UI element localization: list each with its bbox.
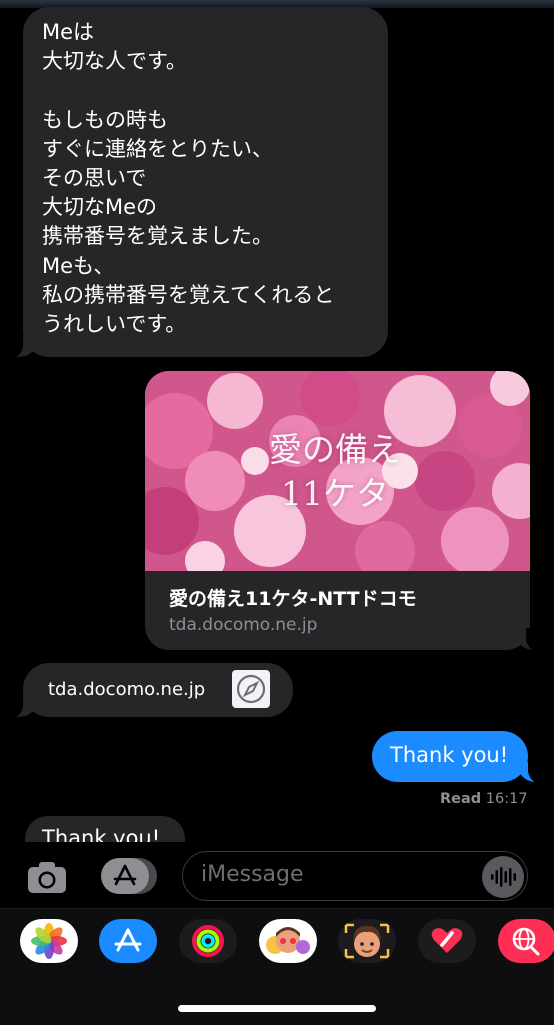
bubble-tail [516,628,544,652]
home-indicator[interactable] [178,1005,376,1012]
app-store-icon[interactable] [101,858,157,894]
memoji-stickers-icon[interactable] [259,919,317,963]
sent-message-text: Thank you! [390,743,509,767]
compass-safari-icon[interactable] [232,670,270,708]
bubble-tail [5,337,37,359]
app-store-icon[interactable] [99,919,157,963]
read-time: 16:17 [485,791,528,807]
link-preview-title: 愛の備え11ケタ-NTTドコモ [169,588,417,610]
heart-touch-icon[interactable] [418,919,476,963]
memoji-icon[interactable] [338,919,396,963]
link-preview-domain: tda.docomo.ne.jp [169,615,318,635]
photos-icon[interactable] [20,919,78,963]
image-caption-line-2: 11ケタ [281,474,389,513]
imessage-placeholder: iMessage [201,862,304,887]
activity-rings-icon[interactable] [179,919,237,963]
bubble-tail [5,697,37,719]
read-label: Read [440,791,482,807]
camera-icon[interactable] [25,858,71,896]
link-preview-image-caption: 愛の備え 11ケタ [255,428,415,516]
link-preview-card[interactable]: 愛の備え 11ケタ 愛の備え11ケタ-NTTドコモ tda.docomo.ne.… [145,371,530,650]
waveform-icon[interactable] [482,856,524,898]
read-receipt: Read 16:17 [440,791,528,807]
globe-search-icon[interactable] [498,919,554,963]
bubble-tail [518,760,546,784]
image-caption-line-1: 愛の備え [269,430,401,469]
link-preview-image: 愛の備え 11ケタ [145,371,530,571]
received-message-text: Meは 大切な人です。 もしもの時も すぐに連絡をとりたい、 その思いで 大切な… [42,20,335,337]
received-link-text[interactable]: tda.docomo.ne.jp [48,679,205,700]
